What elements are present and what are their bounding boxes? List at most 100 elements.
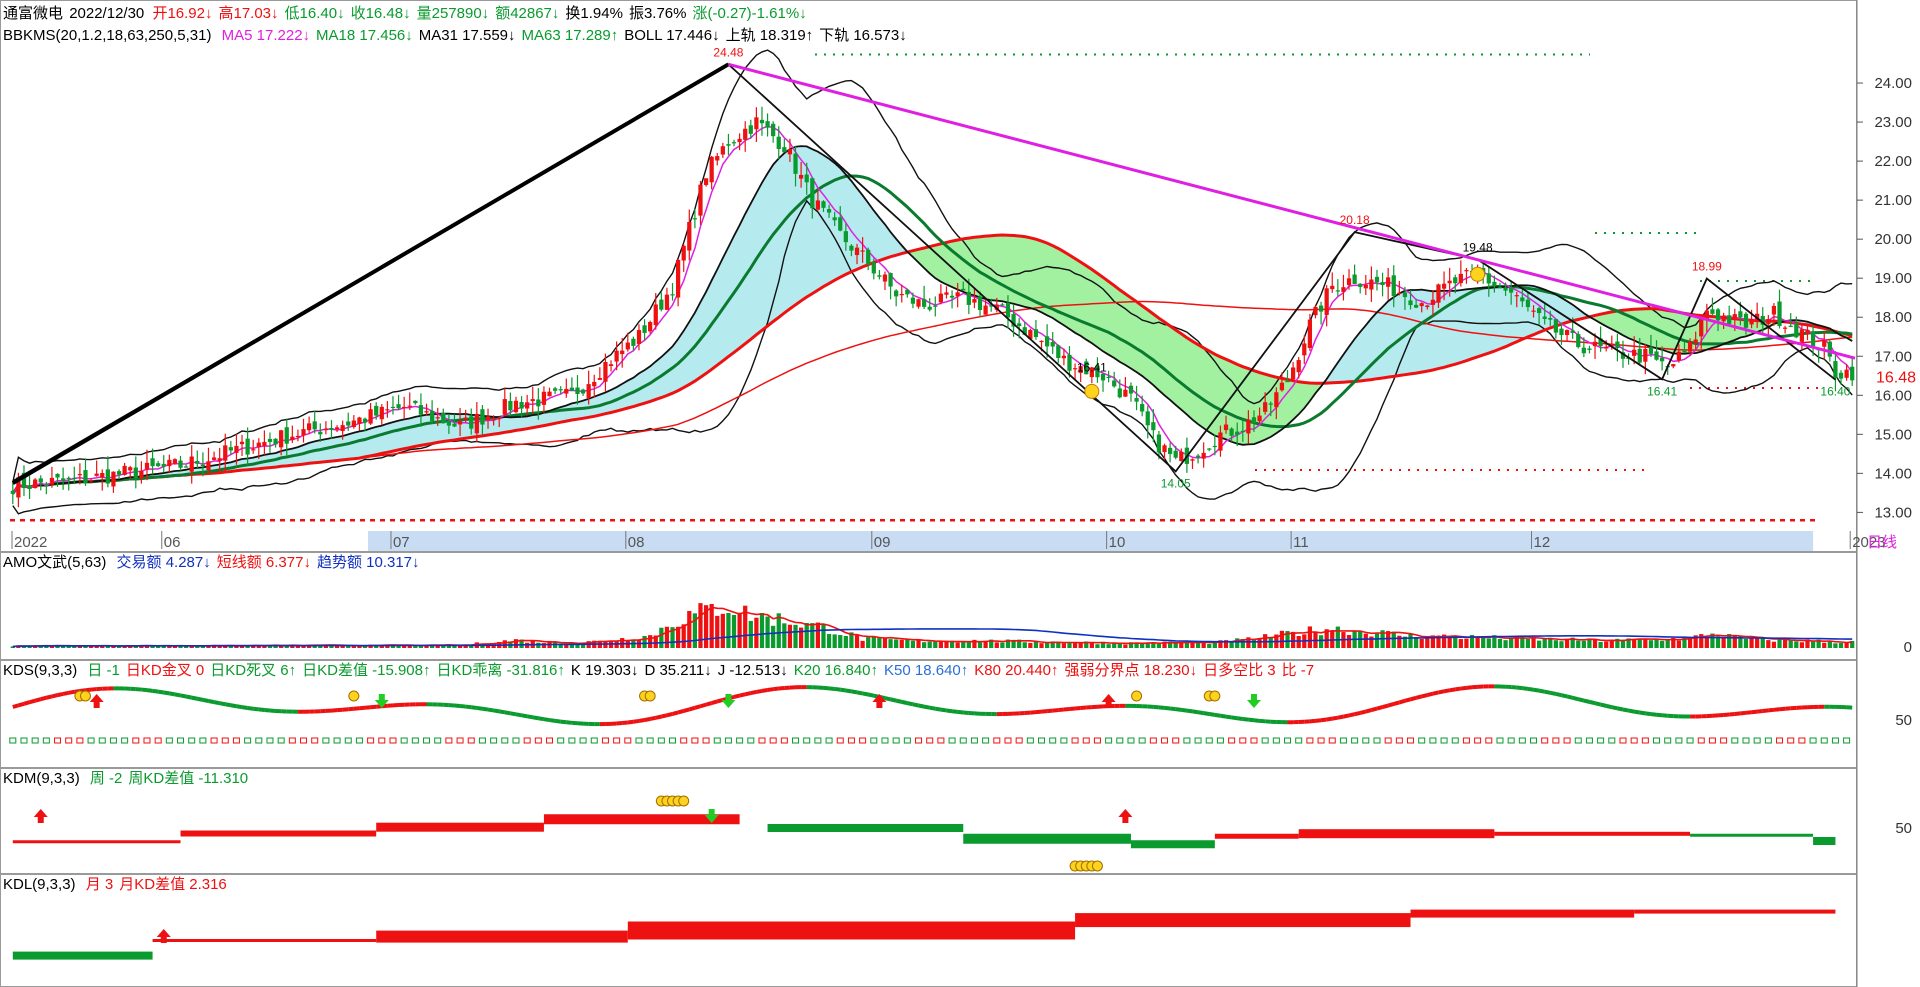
kds-ribbon-segment bbox=[1175, 707, 1182, 712]
kds-ribbon-segment bbox=[465, 704, 472, 710]
candle-body bbox=[1318, 305, 1324, 312]
candle-body bbox=[1531, 310, 1536, 312]
kds-signal-box bbox=[635, 737, 643, 744]
kds-legend-item-13: 比 -7 bbox=[1281, 662, 1315, 679]
candle-body bbox=[1766, 319, 1771, 324]
candle-body bbox=[1218, 432, 1223, 451]
volume-bar bbox=[1106, 644, 1111, 648]
volume-bar bbox=[1497, 638, 1503, 648]
kds-ribbon-segment bbox=[851, 689, 858, 695]
panel-border-3 bbox=[0, 768, 1857, 874]
candle-body bbox=[1033, 329, 1039, 338]
volume-bar bbox=[1039, 643, 1044, 648]
candle-body bbox=[910, 297, 916, 304]
chart-canvas[interactable]: 24.00 23.00 22.00 21.00 20.00 19.00 18.00 17.00… bbox=[0, 0, 1920, 987]
x-axis-label-5: 10 bbox=[1109, 534, 1126, 551]
candle-body bbox=[564, 388, 569, 394]
main-indicator-name[interactable]: BBKMS(20,1.2,18,63,250,5,31) bbox=[3, 27, 211, 44]
kds-ribbon-segment bbox=[68, 689, 75, 695]
amo-indicator-name[interactable]: AMO文武(5,63) bbox=[3, 554, 106, 571]
kds-signal-box bbox=[568, 737, 576, 744]
kds-ribbon-segment bbox=[895, 698, 903, 704]
kds-signal-box bbox=[1742, 737, 1750, 744]
kdl-legend: KDL(9,3,3) 月 3 月KD差值 2.316 bbox=[3, 876, 239, 894]
kdm-indicator-name[interactable]: KDM(9,3,3) bbox=[3, 770, 80, 787]
kds-signal-box bbox=[534, 737, 542, 744]
candle-body bbox=[1743, 313, 1749, 328]
kds-signal-box bbox=[1093, 737, 1101, 744]
candle-body bbox=[938, 293, 944, 303]
kdm-step-bar bbox=[376, 822, 544, 832]
kds-signal-box bbox=[445, 737, 453, 744]
kds-ribbon-segment bbox=[867, 692, 875, 698]
volume-bar bbox=[1525, 639, 1531, 648]
y-tick-label-2: 22.00 bbox=[1874, 153, 1912, 170]
candle-body bbox=[502, 399, 507, 415]
kds-signal-box bbox=[724, 737, 732, 744]
candle-body bbox=[1838, 372, 1844, 379]
candle-body bbox=[1805, 329, 1810, 335]
kds-ribbon-segment bbox=[756, 688, 763, 694]
amo-legend-item-1: 短线额 6.377↓ bbox=[216, 554, 311, 571]
candle-body bbox=[262, 441, 267, 446]
kds-signal-box bbox=[1485, 737, 1493, 744]
candle-body bbox=[1441, 283, 1447, 289]
candle-body bbox=[966, 291, 971, 305]
price-annotation-2: 19.48 bbox=[1463, 240, 1493, 254]
kds-ribbon-segment bbox=[655, 714, 662, 720]
kds-signal-box bbox=[1507, 737, 1515, 744]
volume-bar bbox=[759, 613, 765, 648]
kds-signal-box bbox=[490, 737, 498, 744]
volume-bar bbox=[771, 625, 776, 648]
kds-ribbon-segment bbox=[1466, 685, 1473, 690]
volume-bar bbox=[1346, 634, 1352, 648]
candle-body bbox=[55, 473, 60, 478]
x-axis-label-3: 08 bbox=[628, 534, 645, 551]
kds-signal-box bbox=[456, 737, 464, 744]
kds-ribbon-segment bbox=[236, 704, 243, 710]
kds-ribbon-segment bbox=[29, 698, 36, 705]
volume-bar bbox=[793, 624, 798, 648]
kds-ribbon-segment bbox=[230, 703, 237, 709]
kds-ribbon-segment bbox=[57, 691, 64, 698]
candle-body bbox=[480, 409, 485, 425]
main-legend-item-0: MA5 17.222↓ bbox=[221, 27, 311, 44]
candle-body bbox=[703, 178, 709, 185]
volume-bar bbox=[1268, 637, 1273, 648]
x-axis-label-4: 09 bbox=[874, 534, 891, 551]
kds-ribbon-segment bbox=[1382, 703, 1389, 709]
kds-signal-box bbox=[1071, 737, 1079, 744]
main-indicator-legend: BBKMS(20,1.2,18,63,250,5,31) MA5 17.222↓… bbox=[3, 27, 919, 45]
candle-body bbox=[1369, 279, 1374, 290]
kdl-indicator-name[interactable]: KDL(9,3,3) bbox=[3, 876, 76, 893]
candle-body bbox=[771, 123, 776, 137]
y-tick-label-0: 24.00 bbox=[1874, 75, 1912, 92]
candle-body bbox=[239, 441, 245, 445]
candle-body bbox=[312, 421, 317, 430]
kdl-legend-item-0: 月 3 bbox=[85, 876, 114, 893]
kds-signal-box bbox=[1518, 737, 1526, 744]
candle-body bbox=[1525, 299, 1531, 308]
kds-ribbon-segment bbox=[174, 692, 181, 698]
kds-ribbon-segment bbox=[252, 706, 260, 712]
kds-signal-box bbox=[9, 737, 17, 744]
kds-ribbon-segment bbox=[487, 707, 494, 713]
candle-body bbox=[441, 412, 446, 424]
kds-legend: KDS(9,3,3) 日 -1 日KD金叉 0 日KD死叉 6↑ 日KD差值 -15.… bbox=[3, 662, 1326, 680]
kds-signal-box bbox=[847, 737, 855, 744]
kds-indicator-name[interactable]: KDS(9,3,3) bbox=[3, 662, 77, 679]
kds-ribbon-segment bbox=[459, 704, 466, 709]
kds-signal-box bbox=[1395, 737, 1403, 744]
volume-bar bbox=[810, 623, 815, 648]
candle-body bbox=[1542, 316, 1547, 319]
candle-body bbox=[675, 259, 681, 298]
kds-signal-box bbox=[1585, 737, 1593, 744]
volume-bar bbox=[1659, 640, 1665, 648]
kds-signal-box bbox=[1597, 737, 1605, 744]
smiley-icon bbox=[79, 690, 91, 702]
candle-body bbox=[838, 217, 843, 231]
candle-body bbox=[100, 472, 105, 478]
candle-body bbox=[1436, 284, 1441, 303]
candle-body bbox=[1050, 342, 1055, 347]
candle-body bbox=[698, 184, 703, 216]
